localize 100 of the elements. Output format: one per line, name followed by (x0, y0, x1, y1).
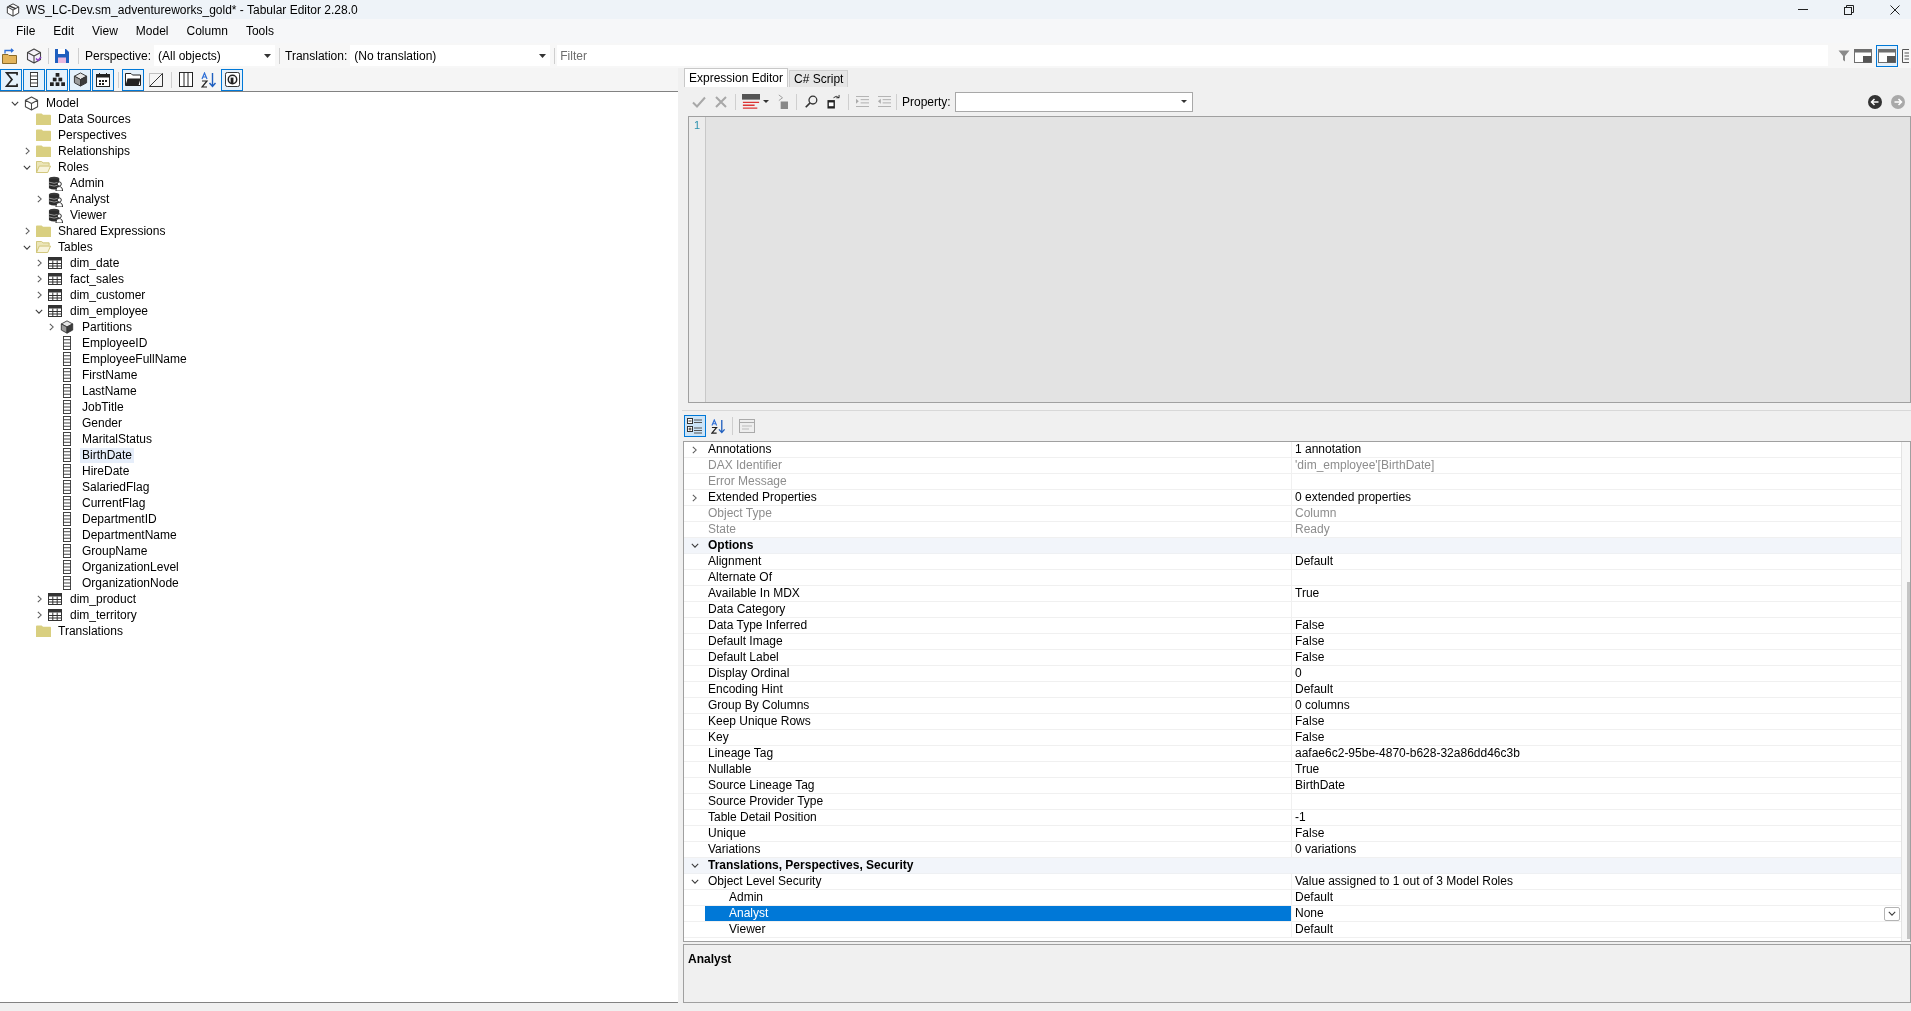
chevron-down-icon[interactable] (11, 100, 19, 106)
menu-item[interactable]: Tools (236, 21, 283, 41)
property-name[interactable]: Variations (705, 842, 1292, 857)
tree-item[interactable]: fact_sales (68, 271, 127, 287)
chevron-right-icon[interactable] (36, 611, 42, 619)
tree-item[interactable]: OrganizationLevel (80, 559, 181, 575)
chevron-down-icon[interactable] (23, 164, 31, 170)
tree-item[interactable]: OrganizationNode (80, 575, 181, 591)
tree-item[interactable]: Partitions (80, 319, 135, 335)
property-name[interactable]: Keep Unique Rows (705, 714, 1292, 729)
property-name[interactable]: Table Detail Position (705, 810, 1292, 825)
toolbar-button[interactable] (69, 68, 91, 91)
dropdown-button[interactable] (1884, 906, 1900, 921)
property-name[interactable]: Data Category (705, 602, 1292, 617)
tree-item[interactable]: BirthDate (80, 447, 135, 463)
cube-check-icon[interactable] (26, 47, 42, 64)
restore-icon[interactable] (1844, 4, 1854, 15)
tree-item[interactable]: Gender (80, 415, 125, 431)
toolbar-button[interactable] (221, 68, 243, 91)
property-name[interactable]: Source Lineage Tag (705, 778, 1292, 793)
tree-item[interactable]: FirstName (80, 367, 140, 383)
property-name[interactable]: Nullable (705, 762, 1292, 777)
chevron-down-icon[interactable] (35, 308, 43, 314)
scrollbar[interactable] (1901, 442, 1910, 941)
tree-item[interactable]: Data Sources (56, 111, 133, 127)
tree-item[interactable]: MaritalStatus (80, 431, 155, 447)
tree-item[interactable]: DepartmentID (80, 511, 159, 527)
property-name[interactable]: Encoding Hint (705, 682, 1292, 697)
chevron-down-icon[interactable] (690, 863, 699, 868)
back-arrow-icon[interactable] (1868, 94, 1882, 109)
filter-icon[interactable] (1838, 49, 1850, 62)
chevron-down-icon[interactable] (690, 879, 699, 884)
perspective-dropdown[interactable]: (All objects) (154, 45, 276, 66)
property-name[interactable]: Viewer (705, 922, 1292, 937)
property-name[interactable]: Unique (705, 826, 1292, 841)
property-name[interactable]: Default Image (705, 634, 1292, 649)
toolbar-button[interactable] (684, 415, 706, 437)
property-name[interactable]: Object Level Security (705, 874, 1292, 889)
menu-item[interactable]: Edit (44, 21, 84, 41)
menu-item[interactable]: File (7, 21, 45, 41)
category-header[interactable]: Options (684, 538, 1901, 554)
tree-item[interactable]: CurrentFlag (80, 495, 148, 511)
property-name[interactable]: Extended Properties (705, 490, 1292, 505)
tree-item[interactable]: dim_product (68, 591, 139, 607)
property-name[interactable]: Analyst (705, 906, 1292, 921)
toolbar-button[interactable] (23, 68, 45, 91)
tree-item[interactable]: GroupName (80, 543, 150, 559)
tree-item[interactable]: Model (44, 95, 81, 111)
menu-item[interactable]: Column (177, 21, 237, 41)
property-name[interactable]: Lineage Tag (705, 746, 1292, 761)
chevron-right-icon[interactable] (36, 595, 42, 603)
tree-item[interactable]: Admin (68, 175, 106, 191)
tree-item[interactable]: dim_employee (68, 303, 151, 319)
tree-item[interactable]: LastName (80, 383, 139, 399)
property-name[interactable]: Data Type Inferred (705, 618, 1292, 633)
tree-item[interactable]: Roles (56, 159, 91, 175)
property-name[interactable]: Annotations (705, 442, 1292, 457)
tree-item[interactable]: Analyst (68, 191, 112, 207)
tree-item[interactable]: Relationships (56, 143, 133, 159)
tree-item[interactable]: dim_customer (68, 287, 148, 303)
chevron-right-icon[interactable] (36, 259, 42, 267)
folder-arrow-icon[interactable] (2, 47, 18, 64)
property-name[interactable]: Key (705, 730, 1292, 745)
translation-dropdown[interactable]: (No translation) (350, 45, 551, 66)
chevron-right-icon[interactable] (692, 445, 697, 454)
property-name[interactable]: Alternate Of (705, 570, 1292, 585)
property-name[interactable]: Display Ordinal (705, 666, 1292, 681)
chevron-down-icon[interactable] (690, 543, 699, 548)
property-name[interactable]: DAX Identifier (705, 458, 1292, 473)
property-name[interactable]: Admin (705, 890, 1292, 905)
category-header[interactable]: Translations, Perspectives, Security (684, 858, 1901, 874)
tree-item[interactable]: Tables (56, 239, 95, 255)
caret-icon[interactable] (763, 100, 769, 103)
property-name[interactable]: Available In MDX (705, 586, 1292, 601)
tree-item[interactable]: Viewer (68, 207, 109, 223)
tree-item[interactable]: Shared Expressions (56, 223, 168, 239)
tree-item[interactable]: DepartmentName (80, 527, 179, 543)
filter-field[interactable]: Filter (557, 45, 1828, 66)
tree-item[interactable]: Perspectives (56, 127, 129, 143)
tree-item[interactable]: dim_territory (68, 607, 139, 623)
property-name[interactable]: Object Type (705, 506, 1292, 521)
property-name[interactable]: Default Label (705, 650, 1292, 665)
tree-item[interactable]: Translations (56, 623, 125, 639)
chevron-block-icon[interactable] (777, 94, 788, 109)
chevron-down-icon[interactable] (23, 244, 31, 250)
tree-item[interactable]: dim_date (68, 255, 122, 271)
property-name[interactable]: Group By Columns (705, 698, 1292, 713)
chevron-right-icon[interactable] (24, 147, 30, 155)
save-icon[interactable] (54, 47, 70, 64)
chevron-right-icon[interactable] (36, 291, 42, 299)
chevron-right-icon[interactable] (692, 493, 697, 502)
toolbar-button[interactable] (122, 68, 144, 91)
tree-item[interactable]: EmployeeFullName (80, 351, 189, 367)
menu-item[interactable]: View (83, 21, 127, 41)
menu-item[interactable]: Model (126, 21, 178, 41)
checkmark-icon[interactable] (692, 95, 706, 108)
chevron-right-icon[interactable] (48, 323, 54, 331)
search-icon[interactable] (805, 95, 818, 108)
chevron-right-icon[interactable] (36, 275, 42, 283)
toolbar-button[interactable] (46, 68, 68, 91)
